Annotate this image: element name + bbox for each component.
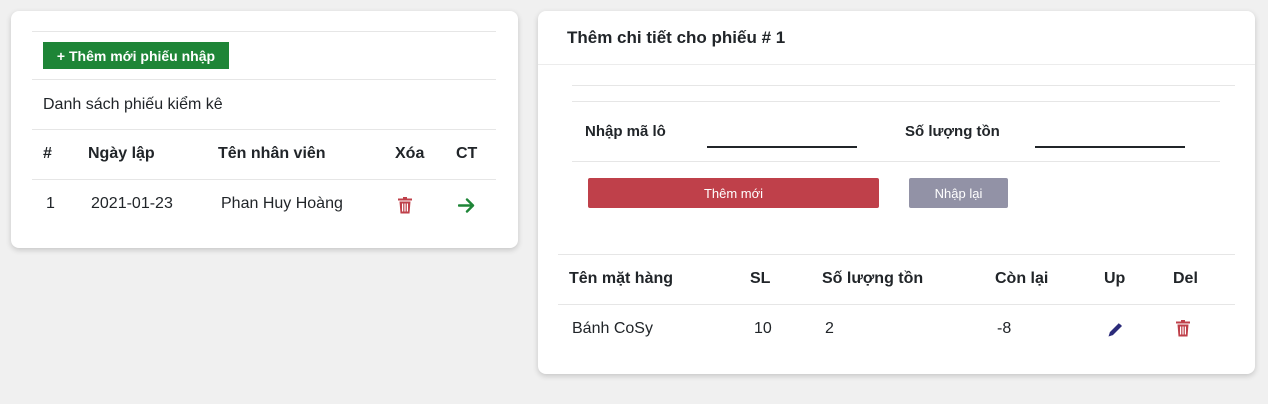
divider [32,129,496,130]
divider [572,161,1220,162]
row-remaining: -8 [997,320,1012,337]
row-stock: 2 [825,320,834,337]
pencil-icon[interactable] [1105,319,1125,339]
divider [32,179,496,180]
divider [558,304,1235,305]
divider [558,254,1235,255]
col-header-qty: SL [750,270,771,287]
card-title: Thêm chi tiết cho phiếu # 1 [567,28,786,47]
add-detail-button[interactable]: Thêm mới [588,178,879,208]
divider [538,64,1255,65]
divider [32,79,496,80]
row-employee: Phan Huy Hoàng [221,195,343,212]
add-receipt-button[interactable]: + Thêm mới phiếu nhập [43,42,229,69]
trash-icon[interactable] [1173,318,1193,338]
col-header-delete: Xóa [395,145,425,162]
divider [32,31,496,32]
receipt-detail-card: Thêm chi tiết cho phiếu # 1 Nhập mã lô S… [538,11,1255,374]
trash-icon[interactable] [395,195,415,215]
col-header-update: Up [1104,270,1126,287]
lot-label: Nhập mã lô [585,123,666,140]
lot-input[interactable] [707,124,857,148]
row-number: 1 [46,195,55,212]
receipt-list-card: + Thêm mới phiếu nhập Danh sách phiếu ki… [11,11,518,248]
arrow-right-icon[interactable] [455,194,477,216]
row-item-name: Bánh CoSy [572,320,653,337]
col-header-date: Ngày lập [88,145,155,162]
col-header-delete: Del [1173,270,1198,287]
divider [572,85,1235,86]
list-title: Danh sách phiếu kiểm kê [43,96,223,113]
col-header-detail: CT [456,145,478,162]
col-header-remaining: Còn lại [995,270,1049,287]
col-header-number: # [43,145,52,162]
divider [572,101,1220,102]
col-header-item-name: Tên mặt hàng [569,270,674,287]
row-date: 2021-01-23 [91,195,173,212]
row-qty: 10 [754,320,772,337]
reset-button[interactable]: Nhập lại [909,178,1008,208]
stock-input[interactable] [1035,124,1185,148]
col-header-stock: Số lượng tồn [822,270,924,287]
stock-label: Số lượng tồn [905,123,1000,140]
col-header-employee: Tên nhân viên [218,145,326,162]
